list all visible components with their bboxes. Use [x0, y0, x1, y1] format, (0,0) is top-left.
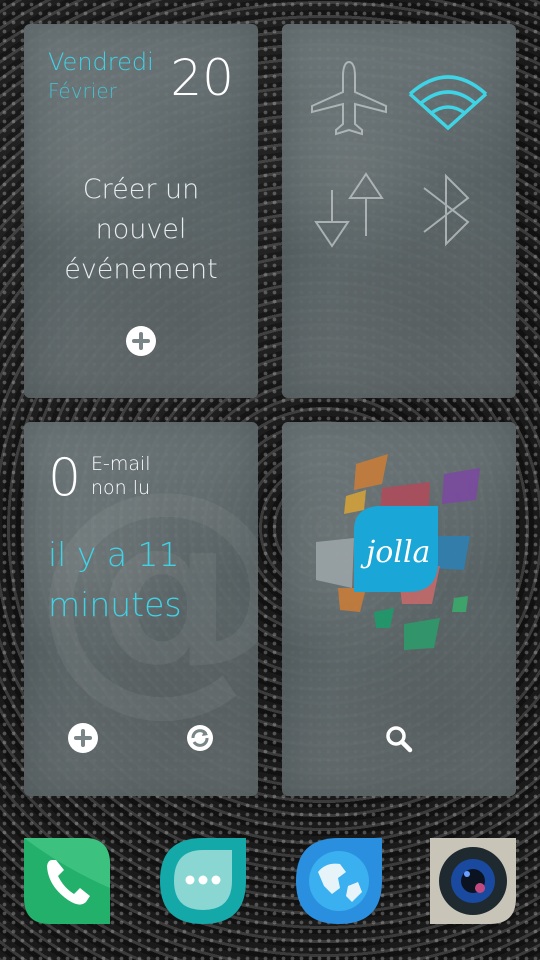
email-tile[interactable]: @ 0 E-mail non lu il y a 11 minutes: [24, 422, 258, 796]
unread-label-line1: E-mail: [91, 453, 151, 475]
last-sync-time: il y a 11 minutes: [48, 530, 238, 630]
create-event-line1: Créer un: [82, 174, 200, 205]
browser-app-icon[interactable]: [296, 838, 382, 924]
jolla-logo-text: jolla: [360, 535, 430, 570]
sync-icon[interactable]: [184, 722, 216, 754]
camera-app-icon[interactable]: [430, 838, 516, 924]
airplane-icon[interactable]: [311, 60, 387, 136]
unread-count: 0: [48, 448, 82, 508]
last-sync-line2: minutes: [48, 585, 182, 624]
unread-label: E-mail non lu: [91, 452, 151, 500]
calendar-day-name: Vendredi: [48, 48, 154, 76]
last-sync-line1: il y a 11: [48, 535, 180, 574]
phone-app-icon[interactable]: [24, 838, 110, 924]
create-event-line2: nouvel: [95, 214, 187, 245]
settings-tile[interactable]: [282, 24, 516, 398]
jolla-store-tile[interactable]: jolla: [282, 422, 516, 796]
jolla-store-logo: jolla: [316, 454, 480, 650]
search-icon[interactable]: [384, 724, 414, 754]
new-email-icon[interactable]: [68, 723, 98, 753]
calendar-tile[interactable]: Vendredi Février 20 Créer un nouvel évén…: [24, 24, 258, 398]
mobile-data-icon[interactable]: [314, 172, 384, 248]
quick-settings-icons: [311, 60, 488, 248]
wifi-icon[interactable]: [408, 75, 488, 131]
calendar-date: 20: [170, 49, 234, 107]
unread-label-line2: non lu: [91, 477, 151, 499]
add-event-icon[interactable]: [126, 326, 156, 356]
messages-app-icon[interactable]: [160, 838, 246, 924]
calendar-month: Février: [48, 79, 117, 103]
create-event-line3: événement: [64, 254, 218, 285]
create-event-text[interactable]: Créer un nouvel événement: [24, 170, 258, 290]
bluetooth-icon[interactable]: [423, 173, 470, 247]
